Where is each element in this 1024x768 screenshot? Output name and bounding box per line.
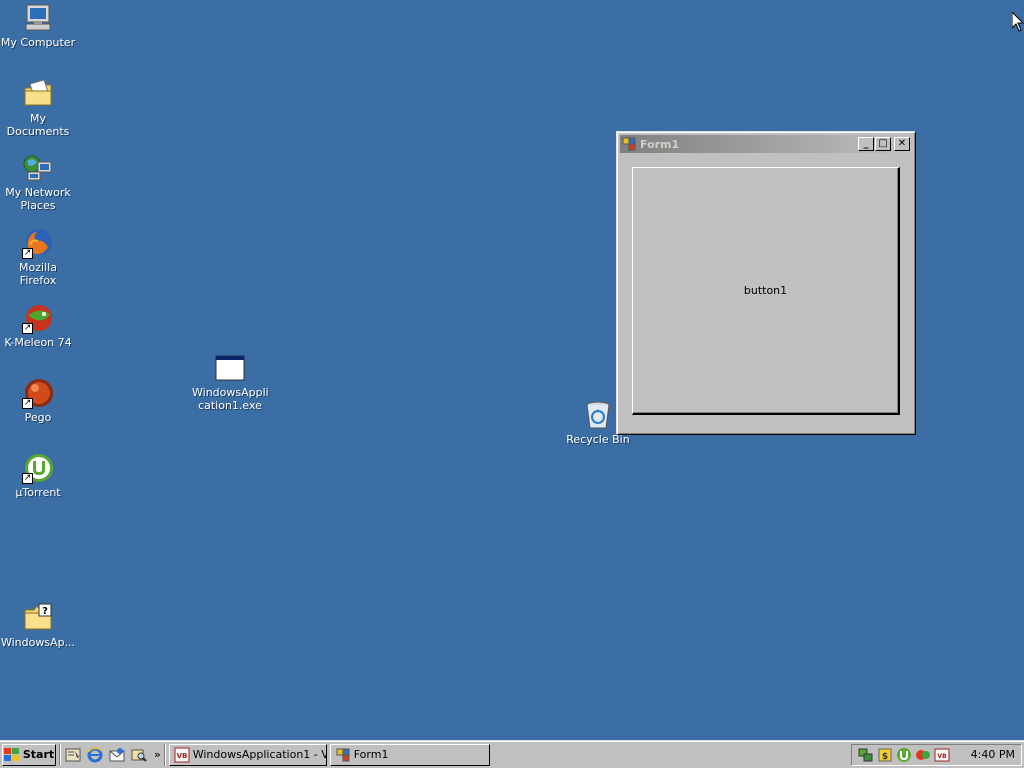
button1[interactable]: button1 [632, 167, 900, 415]
desktop-icon-label-line2: Places [20, 199, 56, 212]
k-meleon-icon: ↗ [22, 302, 54, 334]
close-button[interactable]: ✕ [894, 137, 910, 151]
mouse-cursor-icon [1011, 10, 1024, 32]
maximize-button[interactable]: □ [875, 137, 891, 151]
desktop-icon-my-computer[interactable]: My Computer [0, 2, 76, 49]
desktop-icon-windowsapplication1-exe[interactable]: WindowsAppli cation1.exe [192, 352, 269, 412]
svg-text:VB: VB [937, 753, 947, 760]
utorrent-icon: ↗ [22, 452, 54, 484]
form1-window[interactable]: Form1 _ □ ✕ button1 [616, 131, 916, 435]
utorrent-tray-icon[interactable] [896, 747, 912, 763]
desktop-icon-label-line1: My Network [5, 186, 71, 199]
shortcut-arrow-icon: ↗ [22, 248, 33, 259]
desktop-icon-mozilla-firefox[interactable]: ↗ Mozilla Firefox [0, 227, 76, 287]
start-button[interactable]: Start [2, 743, 56, 766]
taskbar: Start » VB WindowsApplication1 - Vis... [0, 740, 1024, 768]
pego-icon: ↗ [22, 377, 54, 409]
desktop-icon-pego[interactable]: ↗ Pego [0, 377, 76, 424]
shortcut-arrow-icon: ↗ [22, 473, 33, 484]
show-desktop-icon[interactable] [64, 746, 82, 764]
window-titlebar[interactable]: Form1 _ □ ✕ [620, 135, 912, 153]
desktop-icon-label-line2: cation1.exe [198, 399, 262, 412]
recycle-bin-icon [582, 399, 614, 431]
svg-text:$: $ [882, 752, 888, 762]
volume-tray-icon[interactable] [915, 747, 931, 763]
application-window-icon [214, 352, 246, 384]
desktop-icon-utorrent[interactable]: ↗ µTorrent [0, 452, 76, 499]
window-title: Form1 [640, 137, 680, 151]
visual-studio-tray-icon[interactable]: VB [934, 747, 950, 763]
network-connection-icon[interactable] [858, 747, 874, 763]
desktop-icon-label: Mozilla Firefox [19, 261, 57, 287]
search-icon[interactable] [130, 746, 148, 764]
shortcut-arrow-icon: ↗ [22, 398, 33, 409]
desktop-icon-label: My Computer [0, 36, 76, 49]
desktop-icon-label: WindowsAp... [0, 636, 76, 649]
folder-icon [22, 78, 54, 110]
computer-icon [22, 2, 54, 34]
windows-logo-icon [3, 747, 20, 762]
clock[interactable]: 4:40 PM [971, 748, 1015, 761]
taskbar-separator [163, 743, 166, 766]
desktop-icon-label: My Documents [6, 112, 70, 138]
internet-explorer-icon[interactable] [86, 746, 104, 764]
desktop-icon-label: µTorrent [15, 486, 61, 499]
folder-icon: ? [22, 602, 54, 634]
window-app-icon [622, 137, 636, 151]
visual-studio-icon: VB [174, 747, 190, 763]
quick-launch-more[interactable]: » [154, 748, 161, 761]
desktop-icon-my-documents[interactable]: My Documents [0, 78, 76, 138]
minimize-button[interactable]: _ [858, 137, 874, 151]
task-label: Form1 [353, 748, 389, 761]
desktop-icon-windowsap-folder[interactable]: ? WindowsAp... [0, 602, 76, 649]
desktop-icon-my-network-places[interactable]: My Network Places [0, 152, 76, 212]
svg-text:?: ? [42, 606, 48, 617]
task-button-form1[interactable]: Form1 [329, 743, 490, 766]
outlook-express-icon[interactable] [108, 746, 126, 764]
network-icon [22, 152, 54, 184]
svg-text:VB: VB [176, 752, 187, 760]
window-client-area: button1 [620, 153, 912, 429]
task-button-visual-studio[interactable]: VB WindowsApplication1 - Vis... [168, 743, 327, 766]
system-tray: $ VB 4:40 PM [850, 743, 1022, 766]
quick-launch: » [64, 746, 161, 764]
task-label: WindowsApplication1 - Vis... [192, 748, 326, 761]
desktop-icon-label: K-Meleon 74 [4, 336, 72, 349]
start-label: Start [22, 748, 55, 761]
desktop-icon-label-line1: WindowsAppli [192, 386, 269, 399]
security-shield-icon[interactable]: $ [877, 747, 893, 763]
desktop-icon-k-meleon[interactable]: ↗ K-Meleon 74 [0, 302, 76, 349]
desktop-icon-label: Pego [24, 411, 52, 424]
shortcut-arrow-icon: ↗ [22, 323, 33, 334]
form1-app-icon [335, 747, 351, 763]
firefox-icon: ↗ [22, 227, 54, 259]
taskbar-separator [59, 743, 61, 766]
